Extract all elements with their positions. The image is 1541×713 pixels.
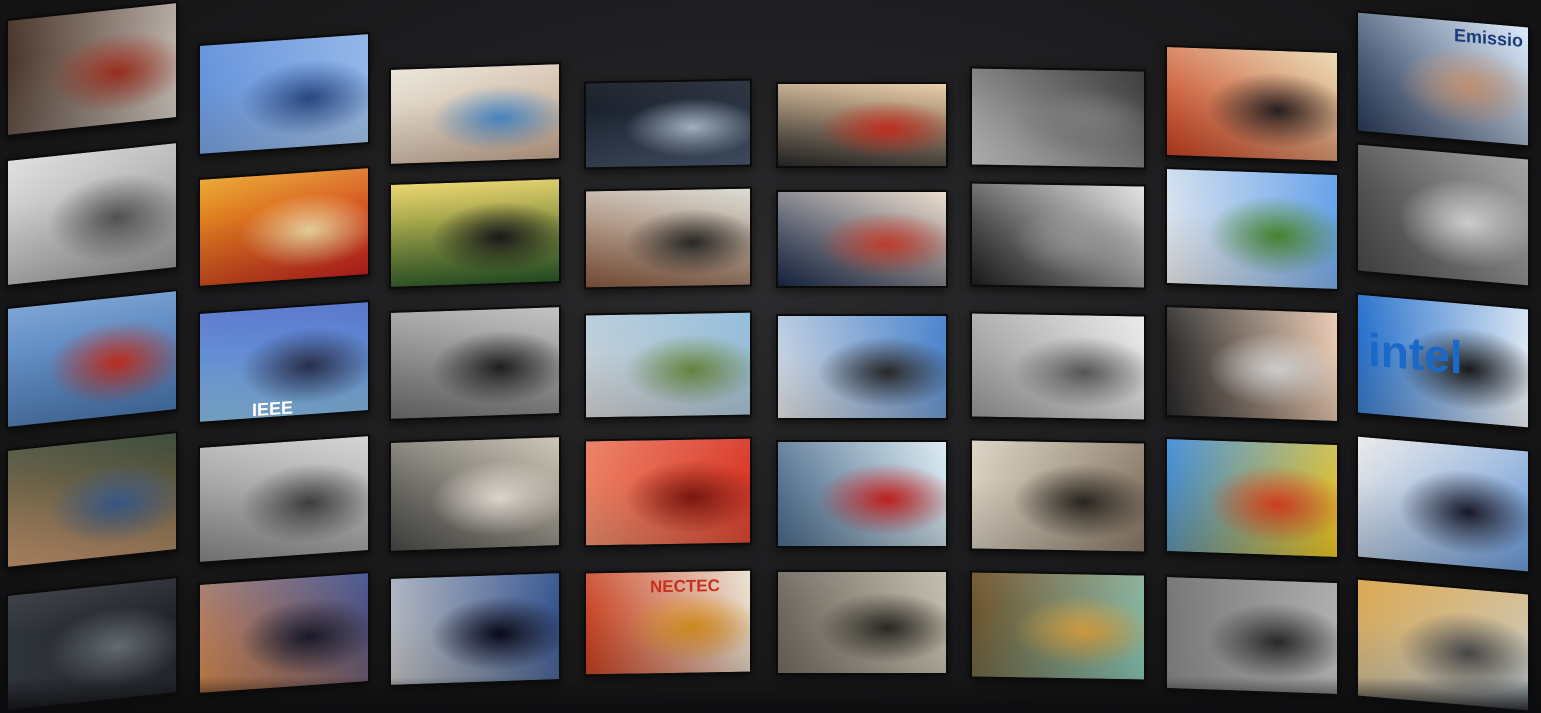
tile-vintage-engraving-cart xyxy=(6,140,178,288)
tile-portrait-gallery xyxy=(970,570,1146,682)
screen-caption: NECTEC xyxy=(650,576,720,597)
tile-rocket-model xyxy=(584,310,752,420)
tile-hands-screen xyxy=(1165,304,1339,424)
tile-stadium-aerial xyxy=(6,0,178,138)
tile-satellite-orbit xyxy=(389,570,561,688)
tile-poster-exhibit xyxy=(1165,44,1339,164)
screen-caption: intel xyxy=(1368,323,1463,384)
tile-marconi-portrait xyxy=(970,438,1146,554)
tile-smiling-man-bookshelf xyxy=(6,430,178,570)
tile-moon-surface xyxy=(1356,142,1530,288)
tile-speaker-emission: Emissio xyxy=(1356,10,1530,148)
tile-lab-robots-bw xyxy=(198,433,370,565)
tile-ieee-speaker: IEEE xyxy=(198,299,370,425)
tile-old-lab-bw xyxy=(776,570,948,675)
tile-scientist-rings xyxy=(389,61,561,167)
tile-robot-dancer xyxy=(198,165,370,289)
tile-man-children xyxy=(776,82,948,168)
tile-space-station xyxy=(1356,434,1530,574)
tile-wind-farm xyxy=(1165,166,1339,292)
tile-old-scientist-bw xyxy=(970,66,1146,170)
tile-ocean-waves xyxy=(776,440,948,548)
tile-bench-room xyxy=(776,190,948,288)
tile-petri-dishes xyxy=(584,436,752,548)
screen-caption: IEEE xyxy=(252,397,294,421)
tile-intel-logo: intel xyxy=(1356,292,1530,430)
tile-hand-device-colorful xyxy=(1165,436,1339,560)
tile-blueprint-drawing xyxy=(970,311,1146,422)
tile-circuit-chip xyxy=(389,176,561,290)
tile-cheering-man xyxy=(776,314,948,420)
tile-hand-scan xyxy=(584,78,752,170)
tile-walking-robots xyxy=(970,181,1146,290)
tile-engineer-bw xyxy=(389,304,561,422)
floor-reflection xyxy=(0,677,1541,713)
tile-solar-plane xyxy=(198,31,370,157)
tile-offshore-wind-turbine xyxy=(6,288,178,430)
screen-caption: Emissio xyxy=(1454,24,1524,52)
tile-bearded-man-glasses xyxy=(584,186,752,290)
tile-nectec-booth: NECTEC xyxy=(584,568,752,677)
tile-woman-subway xyxy=(389,434,561,554)
video-wall: IEEE NECTEC Emissio intel xyxy=(0,0,1541,713)
